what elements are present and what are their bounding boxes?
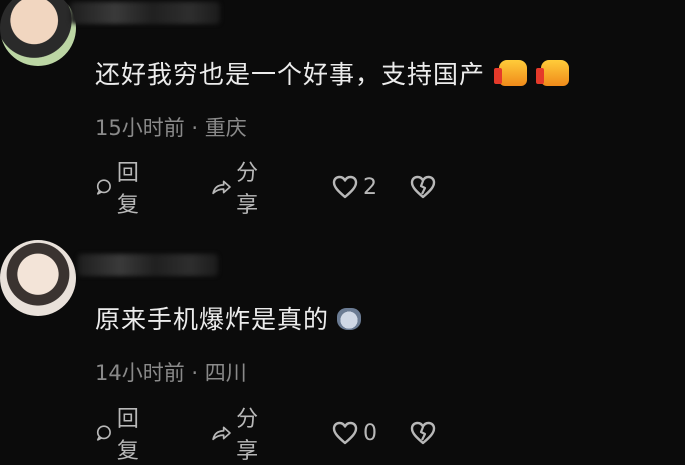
- username-redacted[interactable]: [70, 2, 220, 24]
- meta-separator: ·: [191, 116, 199, 140]
- share-label: 分享: [236, 161, 259, 218]
- heart-icon: [332, 175, 358, 199]
- reply-button[interactable]: 回复: [95, 407, 147, 464]
- dislike-button[interactable]: [409, 418, 437, 448]
- share-icon: [212, 426, 231, 441]
- cat-emoji: [337, 308, 362, 330]
- comment-meta: 15小时前 · 重庆: [95, 112, 247, 142]
- thumbs-up-emoji: [494, 60, 528, 86]
- heart-icon: [332, 421, 358, 445]
- reply-label: 回复: [116, 407, 139, 464]
- share-icon: [212, 180, 231, 195]
- comment-time: 14小时前: [95, 361, 185, 385]
- like-count: 2: [363, 174, 377, 200]
- dislike-button[interactable]: [409, 172, 437, 202]
- reply-label: 回复: [116, 161, 139, 218]
- reply-icon: [96, 179, 111, 195]
- avatar[interactable]: [0, 240, 76, 316]
- share-button[interactable]: 分享: [211, 407, 267, 464]
- comment-text: 原来手机爆炸是真的: [95, 300, 362, 336]
- avatar[interactable]: [0, 0, 76, 66]
- like-button[interactable]: 2: [331, 172, 377, 202]
- reply-icon: [96, 425, 111, 441]
- like-button[interactable]: 0: [331, 418, 377, 448]
- username-redacted[interactable]: [78, 254, 218, 276]
- share-label: 分享: [236, 407, 259, 464]
- broken-heart-icon: [410, 421, 436, 445]
- comment-meta: 14小时前 · 四川: [95, 357, 247, 387]
- comment-body: 原来手机爆炸是真的: [95, 305, 330, 334]
- comment-location: 四川: [204, 361, 247, 385]
- like-count: 0: [363, 420, 377, 446]
- share-button[interactable]: 分享: [211, 161, 267, 218]
- reply-button[interactable]: 回复: [95, 161, 147, 218]
- comment-location: 重庆: [204, 116, 247, 140]
- comment-time: 15小时前: [95, 116, 185, 140]
- broken-heart-icon: [410, 175, 436, 199]
- thumbs-up-emoji: [536, 60, 570, 86]
- meta-separator: ·: [191, 361, 199, 385]
- comment-body: 还好我穷也是一个好事，支持国产: [95, 60, 486, 89]
- comment-text: 还好我穷也是一个好事，支持国产: [95, 55, 570, 91]
